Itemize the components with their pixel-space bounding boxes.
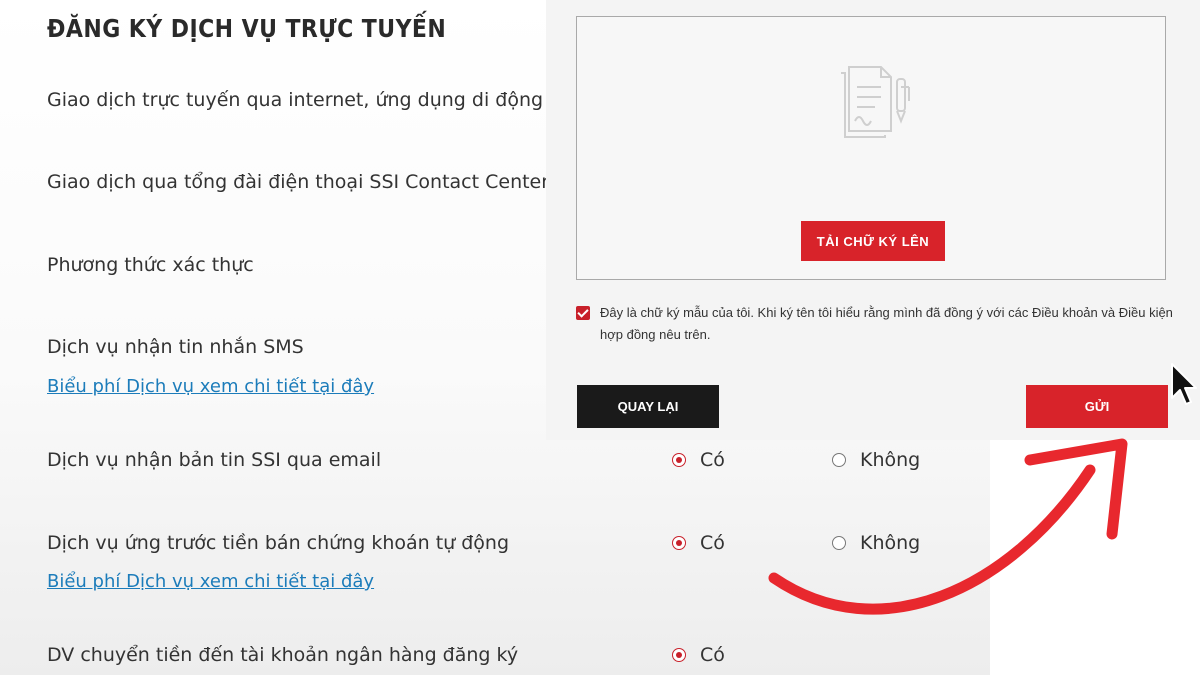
row-label-bank-transfer: DV chuyển tiền đến tài khoản ngân hàng đ… [47,644,519,666]
row-label-contact-center: Giao dịch qua tổng đài điện thoại SSI Co… [47,171,550,193]
radio-button-checked[interactable] [672,536,686,550]
mouse-cursor-icon [1171,363,1197,405]
radio-label-yes: Có [700,532,725,554]
send-button[interactable]: GỬI [1026,385,1168,428]
signature-modal: TẢI CHỮ KÝ LÊN Đây là chữ ký mẫu của tôi… [546,0,1200,440]
radio-button-checked[interactable] [672,648,686,662]
row-label-email-newsletter: Dịch vụ nhận bản tin SSI qua email [47,449,382,471]
consent-row: Đây là chữ ký mẫu của tôi. Khi ký tên tô… [576,302,1176,346]
row-label-online-trading: Giao dịch trực tuyến qua internet, ứng d… [47,89,544,111]
consent-text: Đây là chữ ký mẫu của tôi. Khi ký tên tô… [600,305,1173,342]
fee-details-link-advance[interactable]: Biểu phí Dịch vụ xem chi tiết tại đây [47,571,374,592]
radio-advance-yes[interactable]: Có [672,532,725,554]
radio-email-yes[interactable]: Có [672,449,725,471]
row-label-cash-advance: Dịch vụ ứng trước tiền bán chứng khoán t… [47,532,510,554]
consent-checkbox[interactable] [576,306,590,320]
fee-details-link-sms[interactable]: Biểu phí Dịch vụ xem chi tiết tại đây [47,376,374,397]
back-button[interactable]: QUAY LẠI [577,385,719,428]
radio-button-checked[interactable] [672,453,686,467]
row-label-auth-method: Phương thức xác thực [47,254,254,276]
upload-signature-button[interactable]: TẢI CHỮ KÝ LÊN [801,221,945,261]
radio-label-yes: Có [700,449,725,471]
row-label-sms-service: Dịch vụ nhận tin nhắn SMS [47,336,304,358]
signature-upload-area[interactable]: TẢI CHỮ KÝ LÊN [576,16,1166,280]
document-signature-icon [841,66,910,138]
radio-transfer-yes[interactable]: Có [672,644,725,666]
curved-arrow-icon [768,438,1128,615]
page-title: ĐĂNG KÝ DỊCH VỤ TRỰC TUYẾN [47,14,447,43]
radio-label-yes: Có [700,644,725,666]
